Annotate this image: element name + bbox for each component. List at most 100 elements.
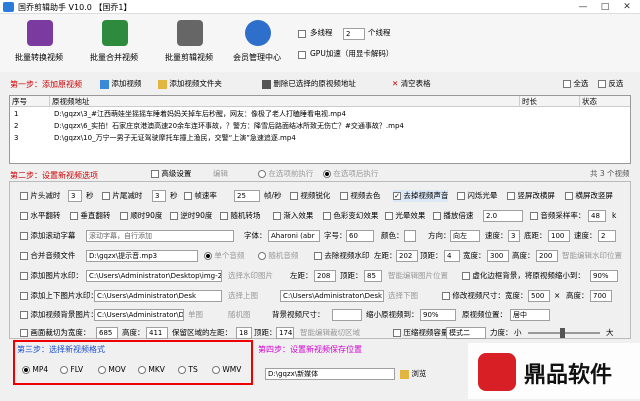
pic-watermark[interactable]: 添加图片水印： bbox=[20, 270, 83, 282]
wm-width-input[interactable]: 300 bbox=[487, 250, 509, 262]
clear-table-button[interactable]: ✕ 清空表格 bbox=[392, 78, 431, 90]
invert-select-button[interactable]: 反选 bbox=[598, 78, 623, 90]
scroll-text-input[interactable]: 滚动字幕，自行添加 bbox=[86, 230, 234, 242]
edit-button[interactable]: 编辑 bbox=[213, 168, 228, 180]
table-row[interactable]: 2 D:\gqzx\6_实拍！石家庄京港澳高速20余车连环事故，？警方：降雪后路面… bbox=[10, 121, 630, 132]
format-mov[interactable]: MOV bbox=[98, 364, 126, 376]
decolor-checkbox[interactable]: 视频去色 bbox=[340, 190, 380, 202]
fps-checkbox[interactable]: 帧速率 bbox=[184, 190, 217, 202]
video-table[interactable]: 序号 原视频地址 时长 状态 1 D:\gqzx\3_#江西萌娃坐摇摇车睡着妈妈关… bbox=[9, 95, 631, 164]
blur-scale-select[interactable]: 90% bbox=[590, 270, 618, 282]
light-effect[interactable]: 光晕效果 bbox=[385, 210, 425, 222]
keep-left-input[interactable]: 18 bbox=[236, 327, 252, 339]
head-cut[interactable]: 片头减时 bbox=[20, 190, 60, 202]
random-image-option[interactable]: 随机图 bbox=[228, 309, 251, 321]
resize-video[interactable]: 修改视频尺寸： bbox=[442, 290, 505, 302]
crop-h-input[interactable]: 411 bbox=[146, 327, 168, 339]
playback-speed[interactable]: 播放倍速 bbox=[433, 210, 473, 222]
rotate-cw[interactable]: 顺时90度 bbox=[120, 210, 162, 222]
vflip[interactable]: 垂直翻转 bbox=[70, 210, 110, 222]
position-select[interactable]: 居中 bbox=[510, 309, 550, 321]
threads-input[interactable]: 2 bbox=[343, 28, 365, 40]
select-top-button[interactable]: 选择上图 bbox=[228, 290, 258, 302]
scroll-speed-input[interactable]: 3 bbox=[508, 230, 520, 242]
force-slider-thumb[interactable] bbox=[560, 328, 565, 338]
batch-convert-button[interactable]: 批量转换视频 bbox=[3, 18, 75, 70]
color-swatch[interactable] bbox=[404, 230, 416, 242]
hflip[interactable]: 水平翻转 bbox=[20, 210, 60, 222]
bg-size-select[interactable] bbox=[332, 309, 362, 321]
batch-edit-button[interactable]: 批量剪辑视频 bbox=[153, 18, 225, 70]
crop-w-input[interactable]: 685 bbox=[96, 327, 118, 339]
audio-path-input[interactable]: D:\gqzx\提示音.mp3 bbox=[86, 250, 198, 262]
sample-rate[interactable]: 音频采样率： bbox=[530, 210, 585, 222]
format-wmv[interactable]: WMV bbox=[212, 364, 241, 376]
bg-image[interactable]: 添加视频背景图片： bbox=[20, 309, 98, 321]
font-select[interactable]: Aharoni (abr bbox=[268, 230, 320, 242]
minimize-button[interactable]: — bbox=[572, 0, 594, 14]
fade-in[interactable]: 渐入效果 bbox=[273, 210, 313, 222]
resize-w-input[interactable]: 500 bbox=[528, 290, 550, 302]
select-all-button[interactable]: 全选 bbox=[563, 78, 588, 90]
single-audio[interactable]: 单个音频 bbox=[204, 250, 244, 262]
vertical-to-horizontal[interactable]: 竖屏改横屏 bbox=[507, 190, 555, 202]
browse-button[interactable]: 浏览 bbox=[400, 368, 426, 380]
compress-mode-select[interactable]: 模式二 bbox=[446, 327, 486, 339]
blur-border[interactable]: 虚化边框背景，将原视频缩小到： bbox=[462, 270, 585, 282]
single-image-option[interactable]: 单图 bbox=[188, 309, 203, 321]
bg-path-input[interactable]: C:\Users\Administrator\Desktop bbox=[94, 309, 184, 321]
sample-rate-input[interactable]: 48 bbox=[588, 210, 606, 222]
before-radio[interactable]: 在选项前执行 bbox=[258, 168, 313, 180]
merge-audio[interactable]: 合并音频文件 bbox=[20, 250, 75, 262]
save-path-input[interactable]: D:\gqzx\新媒体 bbox=[265, 368, 395, 380]
format-mkv[interactable]: MKV bbox=[138, 364, 165, 376]
format-flv[interactable]: FLV bbox=[60, 364, 83, 376]
member-center-button[interactable]: 会员管理中心 bbox=[221, 18, 293, 70]
scroll-text[interactable]: 添加滚动字幕 bbox=[20, 230, 75, 242]
resize-h-input[interactable]: 700 bbox=[590, 290, 612, 302]
speed-select[interactable]: 2.0 bbox=[483, 210, 523, 222]
format-ts[interactable]: TS bbox=[178, 364, 198, 376]
cover-images[interactable]: 添加上下图片水印： bbox=[20, 290, 98, 302]
keep-top-input[interactable]: 174 bbox=[276, 327, 294, 339]
flash-checkbox[interactable]: 闪烁光晕 bbox=[457, 190, 497, 202]
advanced-settings[interactable]: 高级设置 bbox=[151, 168, 191, 180]
tail-cut-input[interactable]: 3 bbox=[152, 190, 166, 202]
top-image-input[interactable]: C:\Users\Administrator\Desk bbox=[94, 290, 222, 302]
maximize-button[interactable]: □ bbox=[594, 0, 616, 14]
compress-video[interactable]: 压缩视频容量 bbox=[393, 327, 448, 339]
format-mp4[interactable]: MP4 bbox=[22, 364, 48, 376]
select-wm-pic-button[interactable]: 选择水印图片 bbox=[228, 270, 273, 282]
wm-left-input[interactable]: 202 bbox=[396, 250, 418, 262]
pic-path-input[interactable]: C:\Users\Administrator\Desktop\img-2 bbox=[86, 270, 222, 282]
select-bottom-button[interactable]: 选择下图 bbox=[388, 290, 418, 302]
pic-left-input[interactable]: 208 bbox=[314, 270, 336, 282]
fps-input[interactable]: 25 bbox=[234, 190, 260, 202]
bottom-image-input[interactable]: C:\Users\Administrator\Desk bbox=[280, 290, 384, 302]
wm-top-input[interactable]: 4 bbox=[444, 250, 460, 262]
sharpen-checkbox[interactable]: 视频锐化 bbox=[290, 190, 330, 202]
speed2-input[interactable]: 2 bbox=[598, 230, 616, 242]
direction-select[interactable]: 向左 bbox=[450, 230, 480, 242]
remove-watermark[interactable]: 去除视频水印 bbox=[314, 250, 369, 262]
rotate-ccw[interactable]: 逆时90度 bbox=[170, 210, 212, 222]
gpu-checkbox[interactable] bbox=[298, 50, 306, 59]
add-folder-button[interactable]: 添加视频文件夹 bbox=[158, 78, 222, 90]
pic-top-input[interactable]: 85 bbox=[364, 270, 382, 282]
table-row[interactable]: 3 D:\gqzx\10_万宁一男子无证驾驶摩托车撞上渔民，交警“上演”急速追逐.… bbox=[10, 133, 630, 144]
horizontal-to-vertical[interactable]: 横屏改竖屏 bbox=[565, 190, 613, 202]
size-select[interactable]: 60 bbox=[346, 230, 374, 242]
delete-selected-button[interactable]: 删除已选择的原视频地址 bbox=[262, 78, 356, 90]
random-transition[interactable]: 随机转场 bbox=[220, 210, 260, 222]
tail-cut[interactable]: 片尾减时 bbox=[102, 190, 142, 202]
smart-crop-button[interactable]: 智能编辑裁切区域 bbox=[300, 327, 360, 339]
close-button[interactable]: ✕ bbox=[616, 0, 638, 14]
scale-select[interactable]: 90% bbox=[420, 309, 456, 321]
random-audio[interactable]: 随机音频 bbox=[258, 250, 298, 262]
smart-wm-button[interactable]: 智能编辑水印位置 bbox=[562, 250, 622, 262]
color-effect[interactable]: 色彩变幻效果 bbox=[323, 210, 378, 222]
smart-pic-button[interactable]: 智能编辑图片位置 bbox=[388, 270, 448, 282]
add-video-button[interactable]: 添加视频 bbox=[100, 78, 141, 90]
remove-audio-checkbox[interactable]: 去掉视频声音 bbox=[393, 190, 449, 202]
multithread-checkbox[interactable] bbox=[298, 29, 306, 38]
